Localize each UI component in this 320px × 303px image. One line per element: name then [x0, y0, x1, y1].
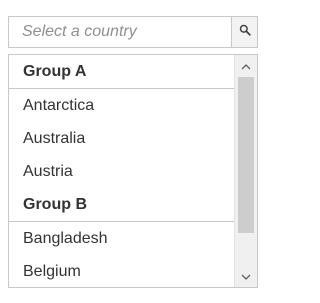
list-item-austria[interactable]: Austria	[9, 155, 234, 188]
group-header-b: Group B	[9, 188, 234, 222]
country-listbox: Group A Antarctica Australia Austria Gro…	[8, 54, 258, 288]
list-item-belgium[interactable]: Belgium	[9, 255, 234, 287]
list-item-australia[interactable]: Australia	[9, 122, 234, 155]
scroll-down-button[interactable]	[235, 267, 257, 285]
country-search-input[interactable]	[9, 17, 233, 47]
country-list: Group A Antarctica Australia Austria Gro…	[9, 55, 234, 287]
chevron-up-icon	[241, 57, 251, 75]
search-button[interactable]	[231, 17, 257, 47]
list-item-bangladesh[interactable]: Bangladesh	[9, 222, 234, 255]
scroll-thumb[interactable]	[238, 77, 254, 233]
search-icon	[239, 23, 251, 41]
group-header-a: Group A	[9, 55, 234, 89]
country-search	[8, 16, 258, 48]
chevron-down-icon	[241, 267, 251, 285]
list-item-antarctica[interactable]: Antarctica	[9, 89, 234, 122]
vertical-scrollbar[interactable]	[234, 55, 257, 287]
scroll-up-button[interactable]	[235, 57, 257, 75]
